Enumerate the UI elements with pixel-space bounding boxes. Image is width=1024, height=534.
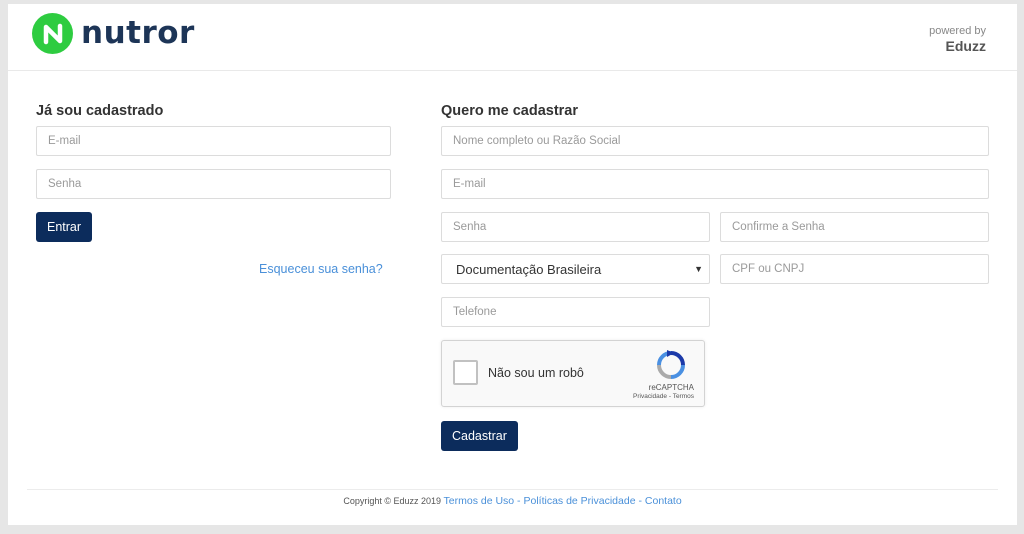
footer-privacy-link[interactable]: Políticas de Privacidade <box>523 495 635 507</box>
logo-text: nutror <box>81 15 195 51</box>
cpf-cnpj-input[interactable] <box>720 254 989 284</box>
login-password-input[interactable] <box>36 169 391 199</box>
recaptcha-links: Privacidade - Termos <box>633 393 694 400</box>
recaptcha-privacy-link[interactable]: Privacidade <box>633 393 667 400</box>
login-heading: Já sou cadastrado <box>36 103 164 119</box>
footer-copyright: Copyright © Eduzz 2019 <box>343 496 442 506</box>
recaptcha-widget: Não sou um robô reCAPTCHA Privacidade - … <box>441 340 705 407</box>
powered-by: powered by Eduzz <box>929 25 986 54</box>
recaptcha-brand: reCAPTCHA <box>648 383 694 392</box>
powered-by-label: powered by <box>929 25 986 37</box>
register-email-input[interactable] <box>441 169 989 199</box>
register-password-input[interactable] <box>441 212 710 242</box>
header: nutror powered by Eduzz <box>8 4 1017 71</box>
footer-separator: - <box>635 495 645 507</box>
forgot-password-link[interactable]: Esqueceu sua senha? <box>259 262 383 276</box>
register-name-input[interactable] <box>441 126 989 156</box>
recaptcha-checkbox[interactable] <box>453 360 478 385</box>
document-type-value: Documentação Brasileira <box>456 261 602 277</box>
document-type-select[interactable]: Documentação Brasileira ▼ <box>441 254 710 284</box>
footer-contact-link[interactable]: Contato <box>645 495 682 507</box>
footer-divider <box>27 489 998 490</box>
login-card: nutror powered by Eduzz Já sou cadastrad… <box>8 4 1017 525</box>
recaptcha-terms-link[interactable]: Termos <box>673 393 694 400</box>
login-email-input[interactable] <box>36 126 391 156</box>
logo[interactable]: nutror <box>32 13 195 54</box>
register-confirm-password-input[interactable] <box>720 212 989 242</box>
chevron-down-icon: ▼ <box>694 264 703 274</box>
logo-n-icon <box>32 13 73 54</box>
login-button[interactable]: Entrar <box>36 212 93 242</box>
phone-input[interactable] <box>441 297 710 327</box>
register-heading: Quero me cadastrar <box>441 103 579 119</box>
register-button[interactable]: Cadastrar <box>441 421 518 451</box>
powered-by-brand: Eduzz <box>945 37 986 54</box>
footer-terms-link[interactable]: Termos de Uso <box>444 495 515 507</box>
recaptcha-icon <box>656 350 686 385</box>
footer: Copyright © Eduzz 2019 Termos de Uso - P… <box>8 495 1017 507</box>
recaptcha-label: Não sou um robô <box>488 366 584 380</box>
